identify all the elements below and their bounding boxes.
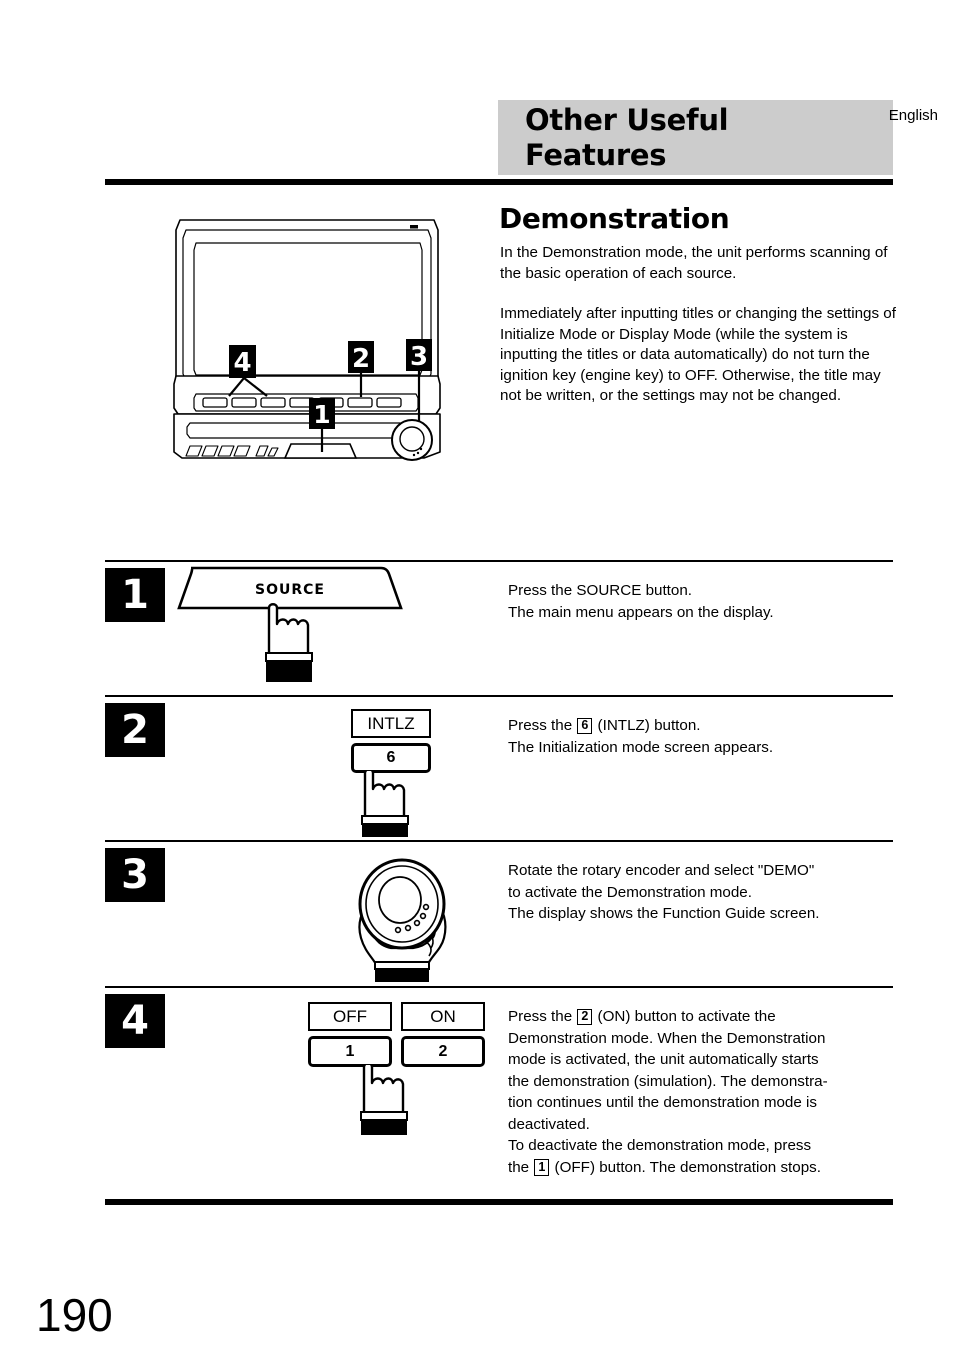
step-number-badge: 2 xyxy=(105,703,165,757)
step-line: deactivated. xyxy=(508,1115,590,1133)
inline-key-2: 2 xyxy=(577,1008,593,1025)
rotary-encoder-knob xyxy=(391,419,433,461)
step-number-badge: 4 xyxy=(105,994,165,1048)
step-line: To deactivate the demonstration mode, pr… xyxy=(508,1137,812,1154)
svg-text:4: 4 xyxy=(233,348,251,378)
preset-key-2[interactable]: 2 xyxy=(401,1036,485,1067)
language-label: English xyxy=(888,107,938,124)
pointing-hand-icon xyxy=(267,603,310,656)
step-line: the 1 (OFF) button. The demonstration st… xyxy=(508,1157,893,1179)
callout-2: 2 xyxy=(348,341,374,374)
step-figure-rotary-encoder xyxy=(165,842,505,986)
step-row: 3 Rotate the rotary encoder and select "… xyxy=(105,842,893,986)
rotary-encoder-svg xyxy=(358,858,447,982)
preset-key-1[interactable]: 1 xyxy=(308,1036,392,1067)
step-text-post: (INTLZ) button. xyxy=(593,717,701,734)
source-button-label: SOURCE xyxy=(255,582,325,598)
step-line: The display shows the Function Guide scr… xyxy=(508,905,820,922)
step-text-post: (ON) button to activate the xyxy=(593,1008,776,1025)
step-text-pre: Press the xyxy=(508,717,577,734)
svg-text:1: 1 xyxy=(313,400,330,429)
pointing-hand-svg xyxy=(361,771,409,837)
hand-cuff-icon xyxy=(362,823,408,837)
page-number: 190 xyxy=(36,1289,113,1341)
page-title-line-2: Features xyxy=(525,138,667,172)
hand-cuff-icon xyxy=(375,968,429,982)
callout-1: 1 xyxy=(309,398,335,429)
off-display-label: OFF xyxy=(308,1002,392,1031)
step-list: 1 SOURCE Press the SOURCE button. The ma… xyxy=(105,560,893,1205)
intro-paragraph-2: Immediately after inputting titles or ch… xyxy=(500,305,896,404)
step-text-post: (OFF) button. The demonstration stops. xyxy=(550,1158,821,1176)
step-text-pre: Press the xyxy=(508,1008,577,1025)
intlz-display-label: INTLZ xyxy=(351,709,431,738)
step-figure-intlz-key: INTLZ 6 xyxy=(165,697,505,840)
step-row: 1 SOURCE Press the SOURCE button. The ma… xyxy=(105,562,893,695)
inline-key-1: 1 xyxy=(534,1159,550,1176)
step-description: Press the 6 (INTLZ) button. The Initiali… xyxy=(505,697,893,758)
step-line: mode is activated, the unit automaticall… xyxy=(508,1051,819,1068)
head-unit-svg: 4 2 3 1 xyxy=(173,219,441,461)
intro-paragraph-1: In the Demonstration mode, the unit perf… xyxy=(500,244,888,282)
step-line: The main menu appears on the display. xyxy=(508,603,774,621)
step-line: tion continues until the demonstration m… xyxy=(508,1094,817,1111)
preset-key-6[interactable]: 6 xyxy=(351,743,431,773)
step-description: Press the 2 (ON) button to activate the … xyxy=(505,988,893,1178)
step-line: Demonstration mode. When the Demonstrati… xyxy=(508,1029,826,1047)
page-title-line-1: Other Useful xyxy=(525,103,729,137)
step-line: Press the 6 (INTLZ) button. xyxy=(508,715,893,737)
step-description: Press the SOURCE button. The main menu a… xyxy=(505,562,893,623)
hand-cuff-line xyxy=(265,652,313,662)
step-row: 4 OFF ON 1 2 Press the 2 (ON) button to … xyxy=(105,988,893,1199)
step-line: to activate the Demonstration mode. xyxy=(508,883,752,901)
step-line: Press the SOURCE button. xyxy=(508,582,693,599)
step-figure-off-on-keys: OFF ON 1 2 xyxy=(165,988,505,1199)
step-line: Press the 2 (ON) button to activate the xyxy=(508,1006,893,1028)
step-number-badge: 1 xyxy=(105,568,165,622)
callout-4: 4 xyxy=(229,345,256,378)
source-button-svg: SOURCE xyxy=(177,566,403,682)
pointing-hand-svg xyxy=(360,1065,408,1135)
section-intro: In the Demonstration mode, the unit perf… xyxy=(500,243,896,407)
hand-cuff-icon xyxy=(361,1119,407,1135)
car-audio-head-unit-diagram: 4 2 3 1 xyxy=(172,208,442,463)
step-line: the demonstration (simulation). The demo… xyxy=(508,1072,828,1090)
step-description: Rotate the rotary encoder and select "DE… xyxy=(505,842,893,925)
step-figure-source-button: SOURCE xyxy=(165,562,505,695)
svg-text:3: 3 xyxy=(410,342,428,372)
step-line: Rotate the rotary encoder and select "DE… xyxy=(508,862,815,879)
header-rule xyxy=(105,179,893,185)
on-display-label: ON xyxy=(401,1002,485,1031)
steps-bottom-rule xyxy=(105,1199,893,1205)
step-row: 2 INTLZ 6 Press the 6 (INTLZ) button. Th… xyxy=(105,697,893,840)
step-line: The Initialization mode screen appears. xyxy=(508,738,774,756)
svg-text:2: 2 xyxy=(352,344,370,374)
step-text-pre: the xyxy=(508,1158,534,1176)
step-number-badge: 3 xyxy=(105,848,165,902)
page-title: Other Useful Features xyxy=(525,103,825,173)
inline-key-6: 6 xyxy=(577,717,593,734)
section-title: Demonstration xyxy=(499,202,730,235)
callout-3: 3 xyxy=(406,339,432,372)
hand-cuff-icon xyxy=(266,660,312,682)
